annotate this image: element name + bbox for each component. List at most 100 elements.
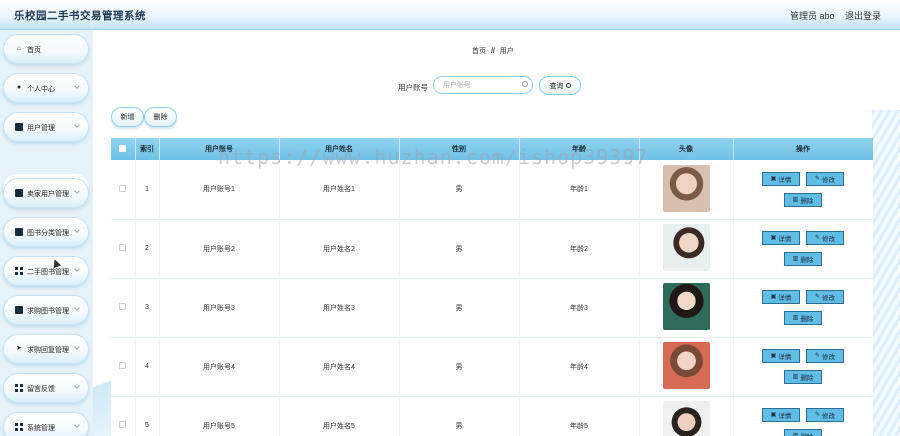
sidebar-item-label: 卖家用户管理 — [27, 191, 69, 198]
edit-button[interactable]: ✎ 修改 — [806, 408, 844, 422]
sidebar-item-label: 图书分类管理 — [27, 230, 69, 237]
delete-button-label: 删除 — [800, 316, 814, 323]
sidebar-item-label: 求购图书管理 — [27, 308, 69, 315]
detail-icon: ▣ — [770, 235, 777, 241]
search-input[interactable] — [433, 76, 533, 94]
edit-button[interactable]: ✎ 修改 — [806, 349, 844, 363]
row-checkbox[interactable] — [119, 184, 127, 192]
sidebar-item-seller-management[interactable]: 卖家用户管理 — [3, 178, 89, 208]
row-delete-button[interactable]: ▥删除 — [784, 192, 822, 207]
sidebar-item-profile[interactable]: ● 个人中心 — [3, 73, 89, 103]
edit-button[interactable]: ✎ 修改 — [806, 231, 844, 245]
sidebar-item-wanted-books[interactable]: 求购图书管理 — [3, 295, 89, 325]
detail-button-label: 详情 — [778, 176, 792, 184]
chevron-down-icon — [74, 422, 80, 428]
sidebar-item-wanted-replies[interactable]: ➤ 求购回复管理 — [3, 334, 89, 364]
chevron-down-icon — [74, 305, 80, 311]
edit-button[interactable]: ✎ 修改 — [806, 290, 844, 304]
app-title: 乐校园二手书交易管理系统 — [14, 10, 146, 22]
table-row: 4 用户账号4 用户姓名4 男 年龄4 ▣ 详情 ✎ 修改 ▥ 删除 — [111, 337, 873, 396]
monitor-icon — [15, 123, 23, 131]
row-account: 用户账号2 — [159, 219, 280, 278]
chevron-down-icon — [74, 83, 80, 89]
row-delete-button[interactable]: ▥删除 — [784, 370, 822, 384]
edit-icon: ✎ — [814, 353, 821, 359]
sidebar-item-category-management[interactable]: 图书分类管理 — [3, 217, 89, 247]
row-checkbox[interactable] — [119, 244, 127, 251]
row-account: 用户账号5 — [159, 396, 280, 436]
row-checkbox[interactable] — [119, 303, 127, 310]
detail-button[interactable]: ▣ 详情 — [762, 231, 800, 245]
row-age: 年龄1 — [519, 160, 640, 219]
edit-button[interactable]: ✎ 修改 — [806, 171, 844, 186]
breadcrumb: 首页 // 用户 — [472, 46, 514, 56]
row-checkbox[interactable] — [119, 421, 127, 428]
sidebar-item-label: 首页 — [27, 47, 41, 54]
add-button[interactable]: 新增 — [111, 107, 144, 127]
trash-icon: ▥ — [792, 196, 799, 203]
row-delete-button[interactable]: ▥删除 — [784, 252, 822, 266]
doc-icon — [15, 189, 23, 197]
detail-button[interactable]: ▣ 详情 — [762, 290, 800, 304]
delete-button[interactable]: 删除 — [144, 107, 177, 127]
home-icon: ⌂ — [16, 45, 22, 52]
sidebar-item-used-books[interactable]: 二手图书管理 — [3, 256, 89, 286]
row-delete-button[interactable]: ▥删除 — [784, 311, 822, 325]
table-row: 5 用户账号5 用户姓名5 男 年龄5 ▣详情 ✎修改 ▥删除 — [111, 396, 873, 436]
sidebar-item-label: 个人中心 — [27, 86, 55, 93]
search-label: 用户账号 — [398, 83, 428, 92]
row-index: 3 — [135, 278, 160, 337]
table-header-row: 索引 用户账号 用户姓名 性别 年龄 头像 操作 — [111, 138, 873, 160]
row-checkbox[interactable] — [119, 362, 127, 369]
select-all-header[interactable] — [111, 138, 136, 160]
select-all-checkbox[interactable] — [119, 144, 127, 152]
column-header: 头像 — [639, 138, 734, 160]
edit-icon: ✎ — [814, 294, 821, 300]
query-button[interactable]: 查询 — [539, 76, 581, 95]
avatar — [662, 283, 710, 330]
edit-icon: ✎ — [814, 412, 821, 418]
search-icon — [565, 83, 571, 89]
sidebar-item-label: 求购回复管理 — [27, 347, 69, 354]
chevron-down-icon — [74, 227, 80, 233]
logout-link[interactable]: 退出登录 — [845, 9, 881, 22]
detail-icon: ▣ — [770, 294, 777, 300]
row-gender: 男 — [399, 278, 520, 337]
row-age: 年龄4 — [519, 337, 640, 396]
search-icon — [522, 81, 528, 87]
breadcrumb-separator: // — [490, 48, 495, 55]
admin-user-label: 管理员 abo — [790, 11, 835, 21]
grid-icon — [15, 267, 23, 275]
avatar — [662, 342, 710, 389]
doc-icon — [15, 228, 23, 236]
row-age: 年龄2 — [519, 219, 640, 278]
sidebar-item-label: 用户管理 — [27, 125, 55, 132]
row-delete-button[interactable]: ▥删除 — [784, 429, 822, 436]
column-header: 操作 — [733, 138, 873, 160]
sidebar-item-feedback[interactable]: 留言反馈 — [3, 373, 89, 403]
sidebar-item-user-management[interactable]: 用户管理 — [3, 112, 89, 142]
detail-button[interactable]: ▣ 详情 — [762, 349, 800, 363]
detail-icon: ▣ — [770, 175, 777, 182]
sidebar-item-home[interactable]: ⌂ 首页 — [3, 34, 89, 64]
breadcrumb-current: 用户 — [499, 48, 514, 55]
row-name: 用户姓名3 — [279, 278, 400, 337]
sidebar-item-system[interactable]: 系统管理 — [3, 412, 89, 436]
avatar — [662, 224, 710, 271]
sidebar-item-label: 系统管理 — [27, 425, 55, 432]
breadcrumb-home[interactable]: 首页 — [472, 48, 486, 55]
trash-icon: ▥ — [792, 374, 799, 380]
avatar — [662, 164, 710, 212]
book-icon — [15, 306, 23, 314]
detail-button-label: 详情 — [778, 354, 792, 361]
sidebar-item-label: 留言反馈 — [27, 386, 55, 393]
edit-button-label: 修改 — [822, 176, 836, 184]
row-age: 年龄5 — [519, 396, 640, 436]
chevron-down-icon — [74, 344, 80, 350]
top-header: 乐校园二手书交易管理系统 管理员 abo 退出登录 — [0, 0, 900, 30]
row-age: 年龄3 — [519, 278, 640, 337]
detail-button[interactable]: ▣ 详情 — [762, 408, 800, 422]
detail-button[interactable]: ▣ 详情 — [762, 171, 800, 186]
chevron-down-icon — [74, 266, 80, 272]
row-account: 用户账号3 — [159, 278, 280, 337]
